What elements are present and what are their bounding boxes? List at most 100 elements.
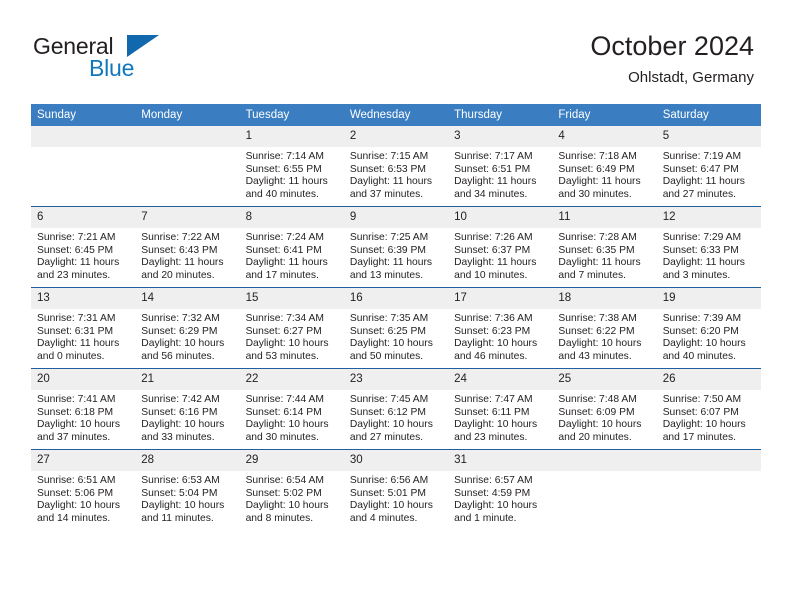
day-cell[interactable]: 30 Sunrise: 6:56 AM Sunset: 5:01 PM Dayligh… [343, 449, 449, 530]
day-cell-details: Sunrise: 7:39 AM Sunset: 6:20 PM Daylight:… [657, 309, 761, 363]
sunrise-text: Sunrise: 7:31 AM [37, 313, 116, 324]
sunset-text: Sunset: 6:49 PM [558, 163, 635, 175]
day-cell-details: Sunrise: 7:50 AM Sunset: 6:07 PM Daylight:… [657, 390, 761, 444]
day-number: 15 [239, 288, 344, 309]
sunset-text: Sunset: 6:45 PM [37, 244, 114, 256]
day-number: 13 [31, 288, 136, 309]
sunrise-text: Sunrise: 7:50 AM [662, 394, 742, 405]
day-cell[interactable]: 20 Sunrise: 7:41 AM Sunset: 6:18 PM Dayligh… [31, 368, 136, 450]
day-cell[interactable]: 16 Sunrise: 7:35 AM Sunset: 6:25 PM Dayligh… [343, 287, 449, 369]
day-cell-details: Sunrise: 7:31 AM Sunset: 6:31 PM Daylight:… [31, 309, 135, 363]
day-cell[interactable]: 17 Sunrise: 7:36 AM Sunset: 6:23 PM Dayligh… [448, 287, 553, 369]
day-cell[interactable]: 1 Sunrise: 7:14 AM Sunset: 6:55 PM Daylight… [239, 126, 344, 207]
day-cell[interactable]: 2 Sunrise: 7:15 AM Sunset: 6:53 PM Daylight… [343, 126, 449, 207]
day-number [135, 126, 240, 147]
day-cell-details: Sunrise: 7:14 AM Sunset: 6:55 PM Daylight:… [240, 147, 344, 201]
day-cell[interactable]: 18 Sunrise: 7:38 AM Sunset: 6:22 PM Dayligh… [552, 287, 657, 369]
day-cell[interactable]: 27 Sunrise: 6:51 AM Sunset: 5:06 PM Dayligh… [31, 449, 136, 530]
day-cell[interactable]: 31 Sunrise: 6:57 AM Sunset: 4:59 PM Dayligh… [448, 449, 553, 530]
day-cell[interactable]: 28 Sunrise: 6:53 AM Sunset: 5:04 PM Dayligh… [135, 449, 240, 530]
day-number: 30 [343, 450, 449, 471]
daylight-text-line2: and 10 minutes. [454, 269, 528, 281]
sunrise-text: Sunrise: 6:53 AM [141, 475, 220, 486]
day-cell-details [657, 471, 761, 475]
sunrise-text: Sunrise: 7:14 AM [245, 151, 324, 162]
day-number [656, 450, 761, 471]
day-cell[interactable]: 13 Sunrise: 7:31 AM Sunset: 6:31 PM Dayligh… [31, 287, 136, 369]
daylight-text-line2: and 17 minutes. [662, 431, 736, 443]
daylight-text-line1: Daylight: 10 hours [349, 500, 433, 512]
brand-logo[interactable]: General Blue [33, 34, 263, 86]
day-cell[interactable]: 9 Sunrise: 7:25 AM Sunset: 6:39 PM Daylight… [343, 206, 449, 288]
day-cell[interactable]: 3 Sunrise: 7:17 AM Sunset: 6:51 PM Daylight… [448, 126, 553, 207]
sunset-text: Sunset: 6:22 PM [558, 325, 635, 337]
day-number: 12 [656, 207, 761, 228]
day-cell-details [552, 471, 656, 475]
sunrise-text: Sunrise: 7:22 AM [141, 232, 220, 243]
day-cell[interactable]: 21 Sunrise: 7:42 AM Sunset: 6:16 PM Dayligh… [135, 368, 240, 450]
day-cell[interactable]: 26 Sunrise: 7:50 AM Sunset: 6:07 PM Dayligh… [656, 368, 761, 450]
sunrise-text: Sunrise: 7:32 AM [141, 313, 220, 324]
sunset-text: Sunset: 6:25 PM [349, 325, 426, 337]
daylight-text-line2: and 50 minutes. [349, 350, 424, 362]
daylight-text-line1: Daylight: 11 hours [37, 338, 120, 350]
day-cell[interactable]: 14 Sunrise: 7:32 AM Sunset: 6:29 PM Dayligh… [135, 287, 240, 369]
sunset-text: Sunset: 6:31 PM [37, 325, 114, 337]
day-cell[interactable]: 11 Sunrise: 7:28 AM Sunset: 6:35 PM Dayligh… [552, 206, 657, 288]
day-cell-details: Sunrise: 7:17 AM Sunset: 6:51 PM Daylight:… [448, 147, 552, 201]
weekday-header-wednesday: Wednesday [343, 104, 449, 126]
day-number: 26 [656, 369, 761, 390]
daylight-text-line2: and 13 minutes. [349, 269, 424, 281]
sunrise-text: Sunrise: 7:39 AM [662, 313, 742, 324]
day-cell[interactable]: 25 Sunrise: 7:48 AM Sunset: 6:09 PM Dayligh… [552, 368, 657, 450]
sunrise-text: Sunrise: 7:44 AM [245, 394, 324, 405]
weekday-header-saturday: Saturday [656, 104, 761, 126]
day-cell[interactable]: 23 Sunrise: 7:45 AM Sunset: 6:12 PM Dayligh… [343, 368, 449, 450]
day-number: 14 [135, 288, 240, 309]
daylight-text-line2: and 40 minutes. [245, 188, 319, 200]
daylight-text-line2: and 27 minutes. [662, 188, 736, 200]
day-cell[interactable]: 12 Sunrise: 7:29 AM Sunset: 6:33 PM Dayligh… [656, 206, 761, 288]
daylight-text-line1: Daylight: 10 hours [662, 419, 746, 431]
sunset-text: Sunset: 6:53 PM [349, 163, 426, 175]
day-number: 23 [343, 369, 449, 390]
day-cell[interactable]: 7 Sunrise: 7:22 AM Sunset: 6:43 PM Daylight… [135, 206, 240, 288]
day-cell[interactable]: 29 Sunrise: 6:54 AM Sunset: 5:02 PM Dayligh… [239, 449, 344, 530]
daylight-text-line2: and 37 minutes. [349, 188, 424, 200]
sunrise-text: Sunrise: 7:35 AM [349, 313, 429, 324]
daylight-text-line1: Daylight: 11 hours [349, 257, 433, 269]
daylight-text-line2: and 14 minutes. [37, 512, 111, 524]
day-cell-details: Sunrise: 6:51 AM Sunset: 5:06 PM Daylight:… [31, 471, 135, 525]
daylight-text-line2: and 34 minutes. [454, 188, 528, 200]
sunset-text: Sunset: 6:16 PM [141, 406, 218, 418]
day-cell[interactable]: 8 Sunrise: 7:24 AM Sunset: 6:41 PM Daylight… [239, 206, 344, 288]
day-cell[interactable]: 6 Sunrise: 7:21 AM Sunset: 6:45 PM Daylight… [31, 206, 136, 288]
daylight-text-line2: and 46 minutes. [454, 350, 528, 362]
day-cell[interactable]: 10 Sunrise: 7:26 AM Sunset: 6:37 PM Dayligh… [448, 206, 553, 288]
day-number: 9 [343, 207, 449, 228]
daylight-text-line2: and 8 minutes. [245, 512, 314, 524]
triangle-logo-icon [127, 35, 159, 57]
day-number: 7 [135, 207, 240, 228]
day-cell[interactable]: 15 Sunrise: 7:34 AM Sunset: 6:27 PM Dayligh… [239, 287, 344, 369]
day-number: 31 [448, 450, 553, 471]
sunrise-text: Sunrise: 7:36 AM [454, 313, 533, 324]
daylight-text-line2: and 53 minutes. [245, 350, 319, 362]
daylight-text-line2: and 17 minutes. [245, 269, 319, 281]
sunset-text: Sunset: 6:47 PM [662, 163, 739, 175]
sunset-text: Sunset: 6:27 PM [245, 325, 322, 337]
daylight-text-line1: Daylight: 10 hours [141, 500, 225, 512]
day-cell[interactable]: 19 Sunrise: 7:39 AM Sunset: 6:20 PM Dayligh… [656, 287, 761, 369]
day-cell-details [31, 147, 135, 151]
sunset-text: Sunset: 6:29 PM [141, 325, 218, 337]
daylight-text-line1: Daylight: 11 hours [245, 176, 328, 188]
daylight-text-line2: and 33 minutes. [141, 431, 215, 443]
sunset-text: Sunset: 6:14 PM [245, 406, 322, 418]
day-cell[interactable]: 22 Sunrise: 7:44 AM Sunset: 6:14 PM Dayligh… [239, 368, 344, 450]
day-cell[interactable]: 5 Sunrise: 7:19 AM Sunset: 6:47 PM Daylight… [656, 126, 761, 207]
daylight-text-line2: and 4 minutes. [349, 512, 418, 524]
page-header: General Blue October 2024 Ohlstadt, Germ… [0, 0, 792, 100]
day-cell[interactable]: 24 Sunrise: 7:47 AM Sunset: 6:11 PM Dayligh… [448, 368, 553, 450]
day-cell[interactable]: 4 Sunrise: 7:18 AM Sunset: 6:49 PM Daylight… [552, 126, 657, 207]
day-number: 10 [448, 207, 553, 228]
